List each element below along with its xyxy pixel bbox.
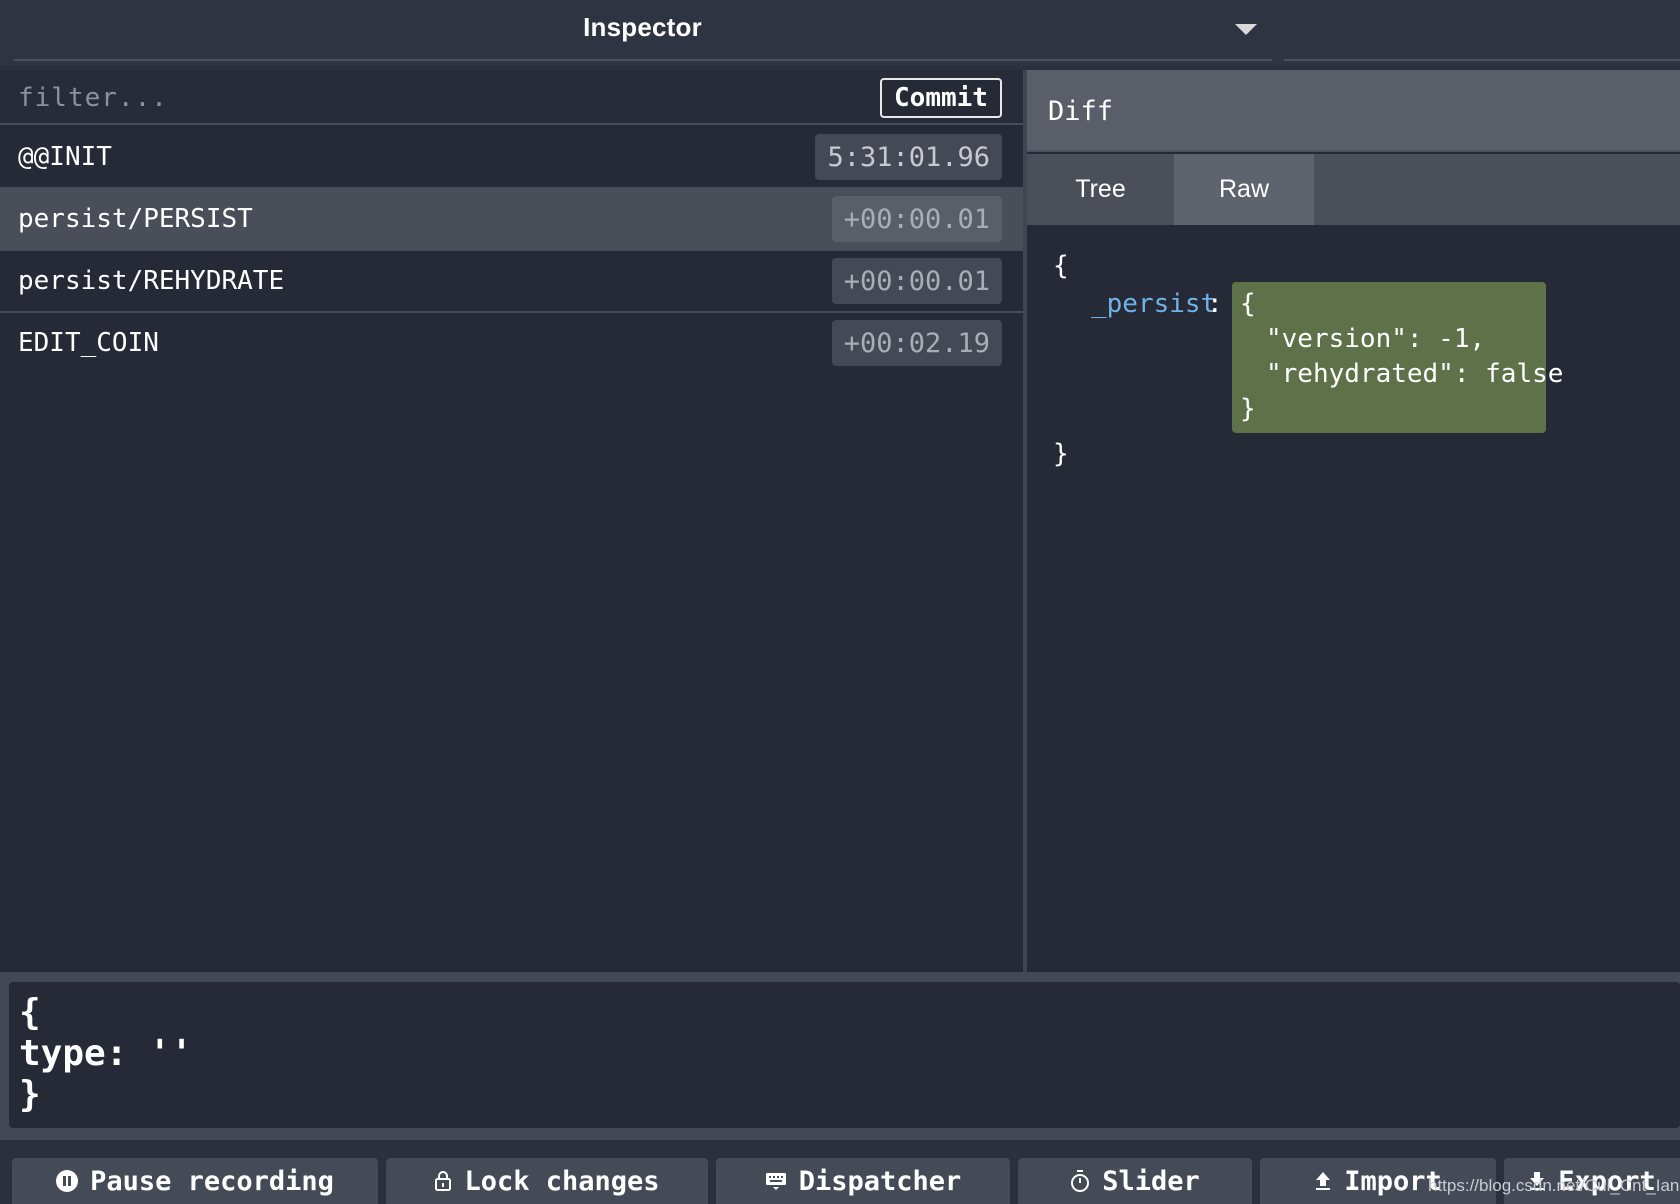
added-version-line: "version": -1, — [1266, 324, 1486, 354]
dispatcher-label: Dispatcher — [798, 1165, 962, 1197]
diff-key: _persist — [1091, 289, 1217, 319]
tab-tree[interactable]: Tree — [1027, 154, 1174, 225]
keyboard-icon — [765, 1173, 786, 1190]
pause-icon — [56, 1170, 79, 1192]
monitor-dropdown-icon[interactable] — [1235, 24, 1257, 35]
slider-button[interactable]: Slider — [1018, 1158, 1252, 1204]
diff-added-block: { "version": -1, "rehydrated": false } — [1232, 282, 1563, 433]
dispatcher-panel: { type: '' } — [0, 972, 1680, 1140]
watermark: https://blog.csdn.net/Cui_Cnt_Ian — [1428, 1176, 1680, 1195]
diff-colon: : — [1207, 289, 1223, 319]
commit-button[interactable]: Commit — [880, 78, 1002, 118]
upload-icon — [1316, 1172, 1331, 1190]
json-brace-close: } — [1053, 439, 1069, 469]
diff-tab-header[interactable]: Diff — [1027, 70, 1680, 152]
action-item-init[interactable]: @@INIT 5:31:01.96 — [0, 127, 1023, 189]
slider-label: Slider — [1102, 1165, 1200, 1197]
added-brace-open: { — [1240, 289, 1256, 319]
lock-changes-label: Lock changes — [464, 1165, 660, 1197]
header-underline-right — [1284, 59, 1680, 61]
action-name: EDIT_COIN — [18, 328, 159, 358]
pause-recording-button[interactable]: Pause recording — [12, 1158, 378, 1204]
added-rehydrated-line: "rehydrated": false — [1266, 359, 1564, 389]
action-name: @@INIT — [18, 142, 112, 172]
filter-bar: Commit — [0, 70, 1023, 125]
action-editor[interactable]: { type: '' } — [9, 982, 1680, 1128]
action-name: persist/REHYDRATE — [18, 266, 285, 296]
stopwatch-icon — [1071, 1170, 1090, 1192]
pause-recording-label: Pause recording — [90, 1165, 334, 1197]
action-item-edit-coin[interactable]: EDIT_COIN +00:02.19 — [0, 313, 1023, 375]
action-timestamp: 5:31:01.96 — [815, 134, 1002, 180]
lock-changes-button[interactable]: Lock changes — [386, 1158, 708, 1204]
diff-view-tabs: Tree Raw — [1027, 154, 1680, 225]
action-item-persist[interactable]: persist/PERSIST +00:00.01 — [0, 189, 1023, 251]
monitor-title[interactable]: Inspector — [0, 12, 1285, 43]
action-item-rehydrate[interactable]: persist/REHYDRATE +00:00.01 — [0, 251, 1023, 313]
header-underline — [14, 59, 1272, 61]
dispatcher-button[interactable]: Dispatcher — [716, 1158, 1010, 1204]
json-brace-open: { — [1053, 251, 1069, 281]
action-timestamp: +00:02.19 — [831, 320, 1002, 366]
action-timestamp: +00:00.01 — [831, 196, 1002, 242]
inspector-header: Inspector — [0, 0, 1680, 66]
lock-icon — [435, 1171, 452, 1191]
action-timestamp: +00:00.01 — [831, 258, 1002, 304]
action-name: persist/PERSIST — [18, 204, 253, 234]
added-brace-close: } — [1240, 394, 1256, 424]
tab-raw[interactable]: Raw — [1174, 154, 1314, 225]
diff-pane: Diff Tree Raw { _persist : { "version": … — [1027, 70, 1680, 972]
filter-input[interactable] — [18, 78, 858, 118]
action-list-pane: Commit @@INIT 5:31:01.96 persist/PERSIST… — [0, 70, 1023, 972]
diff-title: Diff — [1048, 96, 1114, 127]
